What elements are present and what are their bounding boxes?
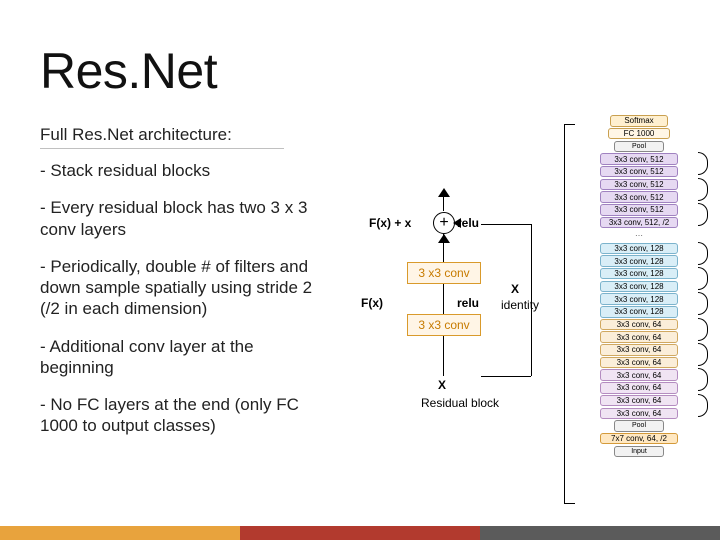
bullet-item: - Stack residual blocks — [40, 160, 320, 181]
subtitle: Full Res.Net architecture: — [40, 125, 232, 145]
skip-connection-icon — [698, 242, 708, 265]
arch-layer: 3x3 conv, 128 — [600, 268, 678, 280]
connector — [443, 336, 444, 376]
arch-fc1000: FC 1000 — [608, 128, 670, 140]
skip-connection-icon — [698, 178, 708, 201]
arch-layer: 3x3 conv, 512, /2 — [600, 217, 678, 229]
arch-layer: 3x3 conv, 128 — [600, 243, 678, 255]
arch-layer: 3x3 conv, 64 — [600, 395, 678, 407]
skip-connection-icon — [698, 292, 708, 315]
bullet-item: - Additional conv layer at the beginning — [40, 336, 320, 379]
conv-box: 3 x3 conv — [407, 314, 481, 336]
divider — [40, 148, 284, 149]
arch-layer: 3x3 conv, 128 — [600, 255, 678, 267]
connector — [481, 224, 531, 225]
arch-layer: 3x3 conv, 64 — [600, 369, 678, 381]
arch-layer: 3x3 conv, 512 — [600, 153, 678, 165]
arch-layer: 3x3 conv, 64 — [600, 344, 678, 356]
arrow-left-icon — [453, 218, 461, 228]
label-identity: identity — [501, 298, 539, 312]
label-fx: F(x) — [361, 296, 383, 310]
connector — [481, 376, 531, 377]
bullet-item: - Every residual block has two 3 x 3 con… — [40, 197, 320, 240]
arch-layer: 3x3 conv, 512 — [600, 179, 678, 191]
arch-layer: 3x3 conv, 64 — [600, 408, 678, 420]
label-fx-plus-x: F(x) + x — [369, 216, 411, 230]
arch-layer: 3x3 conv, 512 — [600, 191, 678, 203]
arch-layer: 3x3 conv, 512 — [600, 166, 678, 178]
conv-box: 3 x3 conv — [407, 262, 481, 284]
skip-connection-icon — [698, 152, 708, 175]
ellipsis-icon: ⋯ — [584, 229, 694, 241]
skip-connection-icon — [698, 368, 708, 391]
arch-pool: Pool — [614, 420, 664, 432]
arrow-up-icon — [438, 234, 450, 243]
architecture-stack: Softmax FC 1000 Pool 3x3 conv, 512 3x3 c… — [584, 114, 694, 458]
arch-pool: Pool — [614, 141, 664, 153]
arrow-up-icon — [438, 188, 450, 197]
arch-layer: 3x3 conv, 512 — [600, 204, 678, 216]
arch-layer: 3x3 conv, 128 — [600, 293, 678, 305]
label-x: X — [511, 282, 519, 296]
arch-softmax: Softmax — [610, 115, 668, 127]
diagram-caption: Residual block — [421, 396, 499, 410]
arch-layer: 3x3 conv, 128 — [600, 306, 678, 318]
footer-accent-bar — [0, 526, 720, 540]
arch-layer: 3x3 conv, 64 — [600, 357, 678, 369]
arch-layer: 3x3 conv, 128 — [600, 281, 678, 293]
connector — [443, 284, 444, 314]
label-relu: relu — [457, 296, 479, 310]
arch-layer: 3x3 conv, 64 — [600, 382, 678, 394]
label-x: X — [438, 378, 446, 392]
page-title: Res.Net — [40, 42, 217, 100]
residual-block-diagram: F(x) + x + relu 3 x3 conv F(x) relu 3 x3… — [325, 190, 555, 450]
arch-input: Input — [614, 446, 664, 458]
skip-connection-icon — [698, 318, 708, 341]
add-node-icon: + — [433, 212, 455, 234]
bullet-item: - No FC layers at the end (only FC 1000 … — [40, 394, 320, 437]
arch-layer: 3x3 conv, 64 — [600, 331, 678, 343]
skip-connection-icon — [698, 343, 708, 366]
arch-layer: 3x3 conv, 64 — [600, 319, 678, 331]
bracket-icon — [564, 124, 574, 504]
skip-connection-icon — [698, 267, 708, 290]
bullet-list: - Stack residual blocks - Every residual… — [40, 160, 320, 453]
skip-connection-icon — [698, 394, 708, 417]
bullet-item: - Periodically, double # of filters and … — [40, 256, 320, 320]
arch-conv1: 7x7 conv, 64, /2 — [600, 433, 678, 445]
skip-connection-icon — [698, 203, 708, 226]
connector — [443, 197, 444, 211]
